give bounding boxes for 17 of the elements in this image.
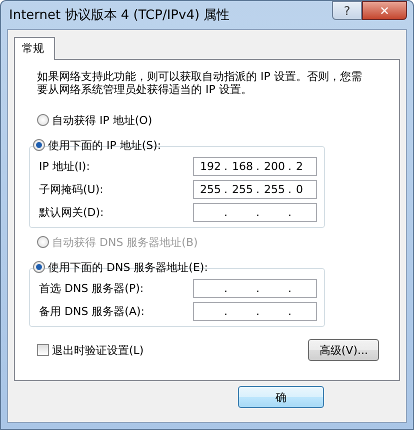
window-title: Internet 协议版本 4 (TCP/IPv4) 属性 [8, 7, 230, 24]
validate-checkbox[interactable]: 退出时验证设置(L) [37, 342, 144, 358]
ip-address-field[interactable]: . . . [193, 203, 317, 222]
field-label: 首选 DNS 服务器(P): [39, 281, 144, 296]
field-label: 备用 DNS 服务器(A): [39, 304, 144, 319]
field-label: IP 地址(I): [39, 159, 90, 174]
advanced-button[interactable]: 高级(V)... [308, 339, 379, 361]
ip-address-field[interactable]: . . . 255 255 255 0 [193, 180, 317, 199]
help-button[interactable]: ? [332, 1, 362, 20]
field-label: 子网掩码(U): [39, 182, 104, 197]
ok-button[interactable]: 确 [238, 386, 324, 408]
tab[interactable]: 常规 [14, 37, 55, 60]
ip-address-field[interactable]: . . . [193, 279, 317, 298]
field-label: 默认网关(D): [39, 205, 104, 220]
ip-address-field[interactable]: . . . [193, 302, 317, 321]
ip-address-field[interactable]: . . . 192 168 200 2 [193, 157, 317, 176]
intro-text: 如果网络支持此功能，则可以获取自动指派的 IP 设置。否则，您需要从网络系统管理员处获得适当的 IP 设置。 [37, 70, 363, 96]
